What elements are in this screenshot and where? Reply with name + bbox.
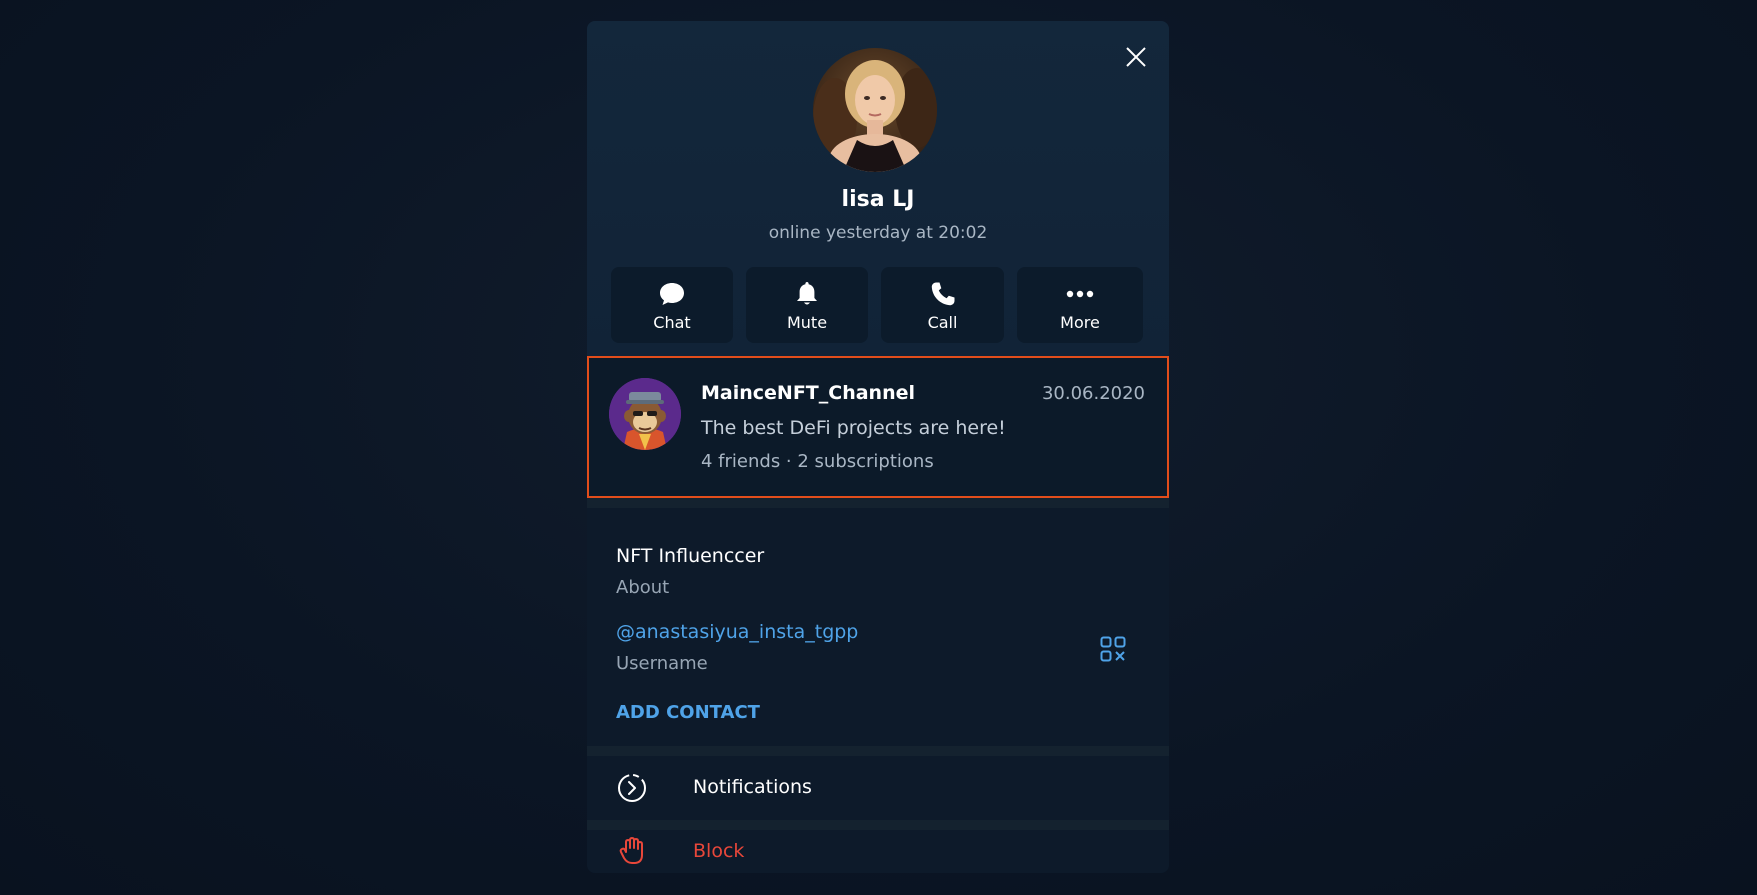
page: lisa LJ online yesterday at 20:02 Chat M… — [0, 0, 1757, 895]
chat-label: Chat — [653, 313, 691, 332]
channel-avatar — [609, 378, 681, 450]
profile-card: lisa LJ online yesterday at 20:02 Chat M… — [587, 21, 1169, 873]
more-button[interactable]: More — [1017, 267, 1143, 343]
close-icon[interactable] — [1122, 43, 1150, 71]
profile-name: lisa LJ — [841, 187, 915, 212]
block-row[interactable]: Block — [587, 830, 1169, 873]
more-dots-icon — [1066, 290, 1094, 298]
username-link[interactable]: @anastasiyua_insta_tgpp — [616, 621, 858, 643]
call-label: Call — [927, 313, 958, 332]
bell-icon — [797, 282, 817, 305]
channel-date: 30.06.2020 — [1041, 383, 1145, 404]
channel-stats: 4 friends · 2 subscriptions — [701, 451, 934, 472]
more-label: More — [1060, 313, 1100, 332]
phone-icon — [931, 282, 954, 306]
mute-button[interactable]: Mute — [746, 267, 868, 343]
notifications-toggle-icon — [618, 774, 646, 802]
chat-bubble-icon — [660, 283, 684, 305]
qr-code-button[interactable] — [1100, 636, 1126, 662]
section-divider — [587, 746, 1169, 756]
add-contact-button[interactable]: ADD CONTACT — [616, 702, 760, 723]
avatar[interactable] — [813, 48, 937, 172]
qr-code-icon[interactable] — [1100, 636, 1126, 662]
about-value: NFT Influenccer — [616, 545, 765, 567]
channel-card[interactable]: MainceNFT_Channel 30.06.2020 The best De… — [587, 356, 1169, 498]
close-button[interactable] — [1122, 43, 1150, 71]
username-label: Username — [616, 653, 708, 674]
last-seen-status: online yesterday at 20:02 — [768, 223, 988, 243]
hand-stop-icon — [619, 837, 643, 864]
channel-description: The best DeFi projects are here! — [701, 417, 1006, 439]
block-label: Block — [693, 840, 745, 862]
profile-header: lisa LJ online yesterday at 20:02 Chat M… — [587, 21, 1169, 356]
notifications-label: Notifications — [693, 776, 812, 798]
section-divider — [587, 498, 1169, 508]
call-button[interactable]: Call — [881, 267, 1004, 343]
chat-button[interactable]: Chat — [611, 267, 733, 343]
info-section: NFT Influenccer About @anastasiyua_insta… — [587, 508, 1169, 746]
section-divider — [587, 820, 1169, 830]
notifications-row[interactable]: Notifications — [587, 756, 1169, 820]
about-label: About — [616, 577, 670, 598]
action-bar: Chat Mute Call More — [611, 267, 1146, 343]
channel-name: MainceNFT_Channel — [701, 382, 916, 404]
mute-label: Mute — [786, 313, 828, 332]
